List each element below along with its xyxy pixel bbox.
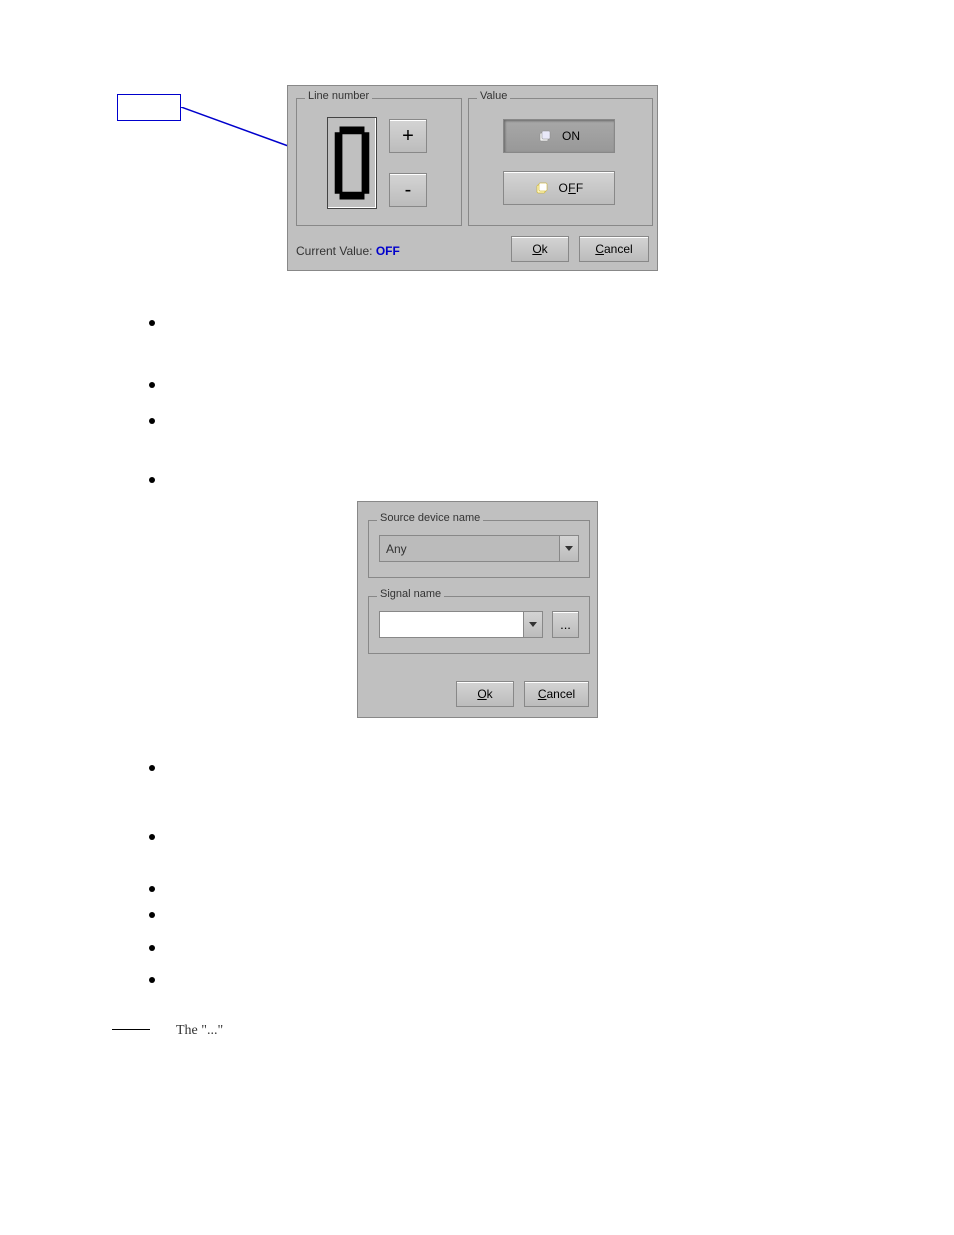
dialog-source-signal: Source device name Any Signal name ... O… [357,501,598,718]
off-label-f: F [568,181,576,195]
lower-text: The "..." [176,1023,223,1039]
seven-segment-display [327,117,377,209]
off-icon [535,181,549,195]
groupbox-source: Source device name Any [368,520,590,578]
off-label-o: O [559,181,569,195]
groupbox-title-line-number: Line number [305,90,372,102]
bullet [149,886,155,892]
minus-label: - [405,179,412,202]
off-button[interactable]: OFF [503,171,615,205]
current-value: OFF [376,244,400,258]
signal-combobox[interactable] [379,611,543,638]
plus-label: + [402,125,414,148]
browse-button[interactable]: ... [552,611,579,638]
groupbox-signal: Signal name ... [368,596,590,654]
cancel-button-2[interactable]: Cancel [524,681,589,707]
groupbox-title-signal: Signal name [377,588,444,600]
source-dropdown-button[interactable] [559,536,578,561]
bullet [149,912,155,918]
bullet [149,477,155,483]
groupbox-title-source: Source device name [377,512,483,524]
chevron-down-icon [529,622,537,628]
current-value-label: Current Value: [296,244,376,258]
bullet [149,320,155,326]
bullet [149,382,155,388]
dialog-line-number: Line number + - Value ON [287,85,658,271]
ok-button[interactable]: Ok [511,236,569,262]
chevron-down-icon [565,546,573,552]
minus-button[interactable]: - [389,173,427,207]
bullet [149,945,155,951]
signal-dropdown-button[interactable] [523,612,542,637]
current-value-row: Current Value: OFF [296,244,400,258]
groupbox-value: Value ON OFF [468,98,653,226]
cancel-button[interactable]: Cancel [579,236,649,262]
source-value: Any [380,542,559,556]
callout-box [117,94,181,121]
bullet [149,977,155,983]
browse-label: ... [560,617,571,632]
source-combobox[interactable]: Any [379,535,579,562]
groupbox-title-value: Value [477,90,510,102]
bullet [149,834,155,840]
off-label-f2: F [576,181,584,195]
on-button[interactable]: ON [503,119,615,153]
plus-button[interactable]: + [389,119,427,153]
bullet [149,765,155,771]
bullet [149,418,155,424]
groupbox-line-number: Line number + - [296,98,462,226]
on-label: ON [562,129,580,143]
ok-button-2[interactable]: Ok [456,681,514,707]
on-icon [538,129,552,143]
line-mark [112,1029,150,1030]
